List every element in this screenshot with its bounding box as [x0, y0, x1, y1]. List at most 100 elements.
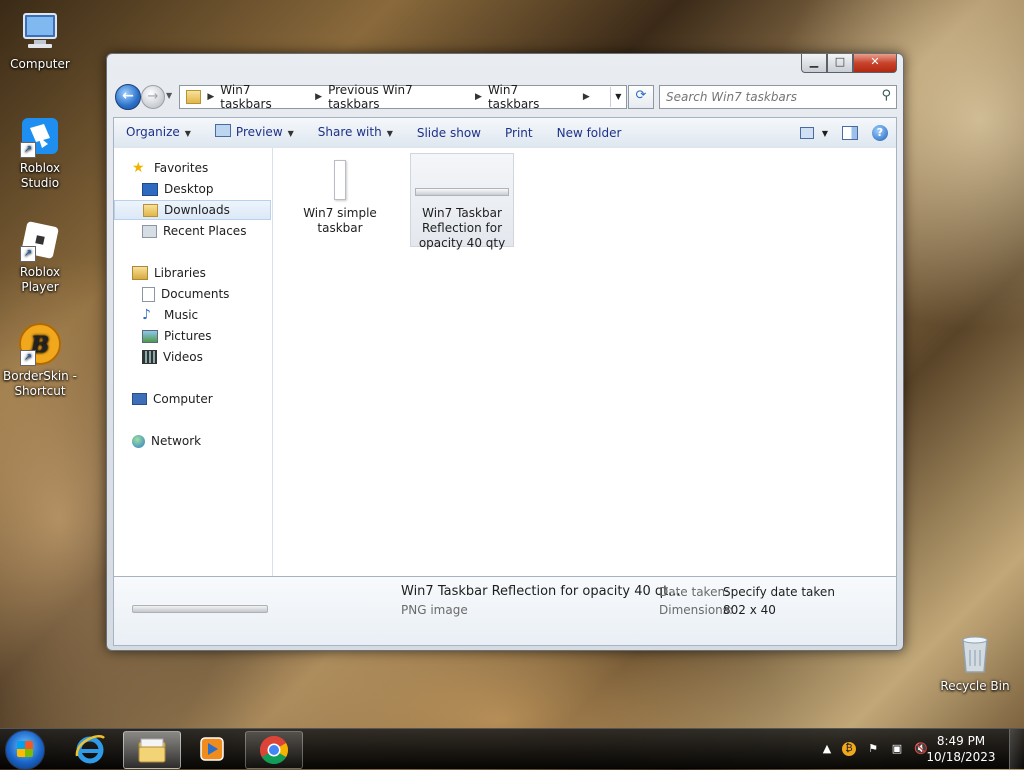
star-icon: ★: [132, 160, 145, 176]
preview-button[interactable]: Preview ▼: [203, 118, 306, 148]
chevron-down-icon: ▼: [386, 129, 393, 138]
show-desktop-button[interactable]: [1009, 729, 1024, 769]
print-button[interactable]: Print: [493, 119, 545, 147]
nav-documents[interactable]: Documents: [114, 284, 299, 304]
slide-show-button[interactable]: Slide show: [405, 119, 493, 147]
chevron-right-icon: ▶: [315, 92, 323, 102]
downloads-folder-icon: [143, 203, 158, 217]
image-thumbnail: [132, 605, 268, 613]
new-folder-button[interactable]: New folder: [545, 119, 634, 147]
navigation-bar: ← → ▼ ▶ Win7 taskbars ▶ Previous Win7 task…: [113, 82, 897, 114]
network-icon: [132, 434, 145, 448]
share-with-button[interactable]: Share with ▼: [306, 118, 405, 148]
back-button[interactable]: ←: [115, 84, 141, 110]
details-dimensions-value: 802 x 40: [723, 603, 776, 617]
system-clock[interactable]: 8:49 PM 10/18/2023: [926, 733, 996, 765]
desktop-icon-borderskin[interactable]: B ↗ BorderSkin - Shortcut: [0, 322, 80, 399]
forward-button[interactable]: →: [141, 85, 165, 109]
desktop-icon-roblox-studio[interactable]: ↗ Roblox Studio: [0, 114, 80, 191]
close-button[interactable]: ✕: [853, 54, 897, 73]
taskbar-internet-explorer[interactable]: [62, 731, 118, 767]
computer-icon: [18, 10, 62, 54]
desktop-icon-label: BorderSkin - Shortcut: [3, 369, 77, 398]
organize-button[interactable]: Organize ▼: [114, 118, 203, 148]
notification-area: ▲ ₿ ⚑ ▣ 🔇 8:49 PM 10/18/2023: [814, 729, 1024, 769]
folder-icon: [186, 90, 202, 104]
search-icon[interactable]: ⚲: [881, 88, 891, 103]
chevron-down-icon: ▼: [184, 129, 191, 138]
chevron-down-icon: ▼: [287, 129, 294, 138]
file-item[interactable]: Win7 Taskbar Reflection for opacity 40 q…: [410, 153, 514, 250]
nav-pictures[interactable]: Pictures: [114, 326, 299, 346]
nav-favorites[interactable]: ★ Favorites: [114, 158, 289, 178]
media-player-icon: [200, 737, 224, 761]
documents-icon: [142, 286, 155, 302]
command-bar: Organize ▼ Preview ▼ Share with ▼ Slide sho…: [113, 117, 897, 149]
roblox-player-icon: ↗: [18, 218, 62, 262]
details-pane: Win7 Taskbar Reflection for opacity 40 q…: [113, 576, 897, 646]
nav-videos[interactable]: Videos: [114, 347, 299, 367]
taskbar-chrome[interactable]: [245, 731, 303, 769]
show-hidden-icons-button[interactable]: ▲: [820, 742, 834, 756]
minimize-button[interactable]: ▁: [801, 54, 827, 73]
chevron-down-icon[interactable]: ▼: [822, 129, 828, 138]
image-thumbnail: [334, 160, 346, 200]
start-button[interactable]: [5, 730, 45, 770]
taskbar-windows-explorer[interactable]: [123, 731, 181, 769]
network-tray-icon[interactable]: ▣: [890, 742, 904, 756]
nav-network[interactable]: Network: [114, 431, 289, 451]
preview-pane-icon[interactable]: [842, 126, 858, 140]
image-thumbnail: [415, 188, 509, 196]
nav-recent-places[interactable]: Recent Places: [114, 221, 299, 241]
breadcrumb-item[interactable]: ▶ Win7 taskbars: [475, 83, 569, 111]
file-name: Win7 simple taskbar: [303, 206, 377, 235]
help-icon[interactable]: ?: [872, 125, 888, 141]
taskbar: ▲ ₿ ⚑ ▣ 🔇 8:49 PM 10/18/2023: [0, 728, 1024, 770]
nav-computer[interactable]: Computer: [114, 389, 289, 409]
address-bar[interactable]: ▶ Win7 taskbars ▶ Previous Win7 taskbars ▶…: [179, 83, 627, 111]
shortcut-arrow-icon: ↗: [20, 142, 36, 158]
desktop-icon-label: Roblox Player: [19, 265, 61, 294]
recent-pages-dropdown[interactable]: ▼: [166, 91, 172, 100]
explorer-body: ★ Favorites Desktop Downloads Recent Plac…: [113, 148, 897, 577]
computer-icon: [132, 393, 147, 405]
breadcrumb-item[interactable]: ▶ Win7 taskbars: [207, 83, 301, 111]
file-name: Win7 Taskbar Reflection for opacity 40 q…: [418, 206, 506, 250]
desktop-icon-computer[interactable]: Computer: [0, 10, 80, 72]
nav-libraries[interactable]: Libraries: [114, 263, 289, 283]
desktop-icon-recycle-bin[interactable]: Recycle Bin: [935, 632, 1015, 694]
taskbar-media-player[interactable]: [184, 731, 240, 767]
search-box[interactable]: ⚲: [659, 85, 897, 109]
internet-explorer-icon: [75, 735, 105, 764]
search-input[interactable]: [664, 89, 868, 105]
desktop-icon-label: Recycle Bin: [940, 679, 1010, 693]
folder-icon: [138, 738, 166, 763]
caption-buttons: ▁ □ ✕: [801, 54, 897, 73]
desktop-icon-label: Computer: [10, 57, 70, 71]
desktop-icon-roblox-player[interactable]: ↗ Roblox Player: [0, 218, 80, 295]
details-date-value[interactable]: Specify date taken: [723, 585, 835, 599]
file-item[interactable]: Win7 simple taskbar: [288, 154, 392, 248]
details-date-label: Date taken:: [659, 585, 730, 599]
nav-music[interactable]: ♪ Music: [114, 305, 299, 325]
nav-downloads[interactable]: Downloads: [114, 200, 271, 220]
recent-places-icon: [142, 224, 157, 238]
shortcut-arrow-icon: ↗: [20, 350, 36, 366]
breadcrumb-item[interactable]: ▶ Previous Win7 taskbars: [315, 83, 461, 111]
desktop-icon-label: Roblox Studio: [19, 161, 61, 190]
image-preview-icon: [214, 124, 231, 137]
action-center-flag-icon[interactable]: ⚑: [866, 742, 880, 756]
explorer-window[interactable]: ▁ □ ✕ ← → ▼ ▶ Win7 taskbars ▶ Previous Win…: [106, 53, 904, 651]
breadcrumb-more[interactable]: ▶: [583, 92, 596, 102]
address-dropdown-button[interactable]: ▼: [609, 87, 626, 107]
bitcoin-tray-icon[interactable]: ₿: [842, 742, 856, 756]
maximize-button[interactable]: □: [827, 54, 853, 73]
nav-desktop[interactable]: Desktop: [114, 179, 299, 199]
pictures-icon: [142, 329, 158, 343]
refresh-button[interactable]: ⟳: [628, 85, 654, 109]
music-icon: ♪: [142, 307, 151, 323]
chrome-icon: [260, 736, 288, 764]
change-view-icon[interactable]: [799, 127, 814, 139]
libraries-icon: [132, 266, 148, 280]
roblox-studio-icon: ↗: [18, 114, 62, 158]
